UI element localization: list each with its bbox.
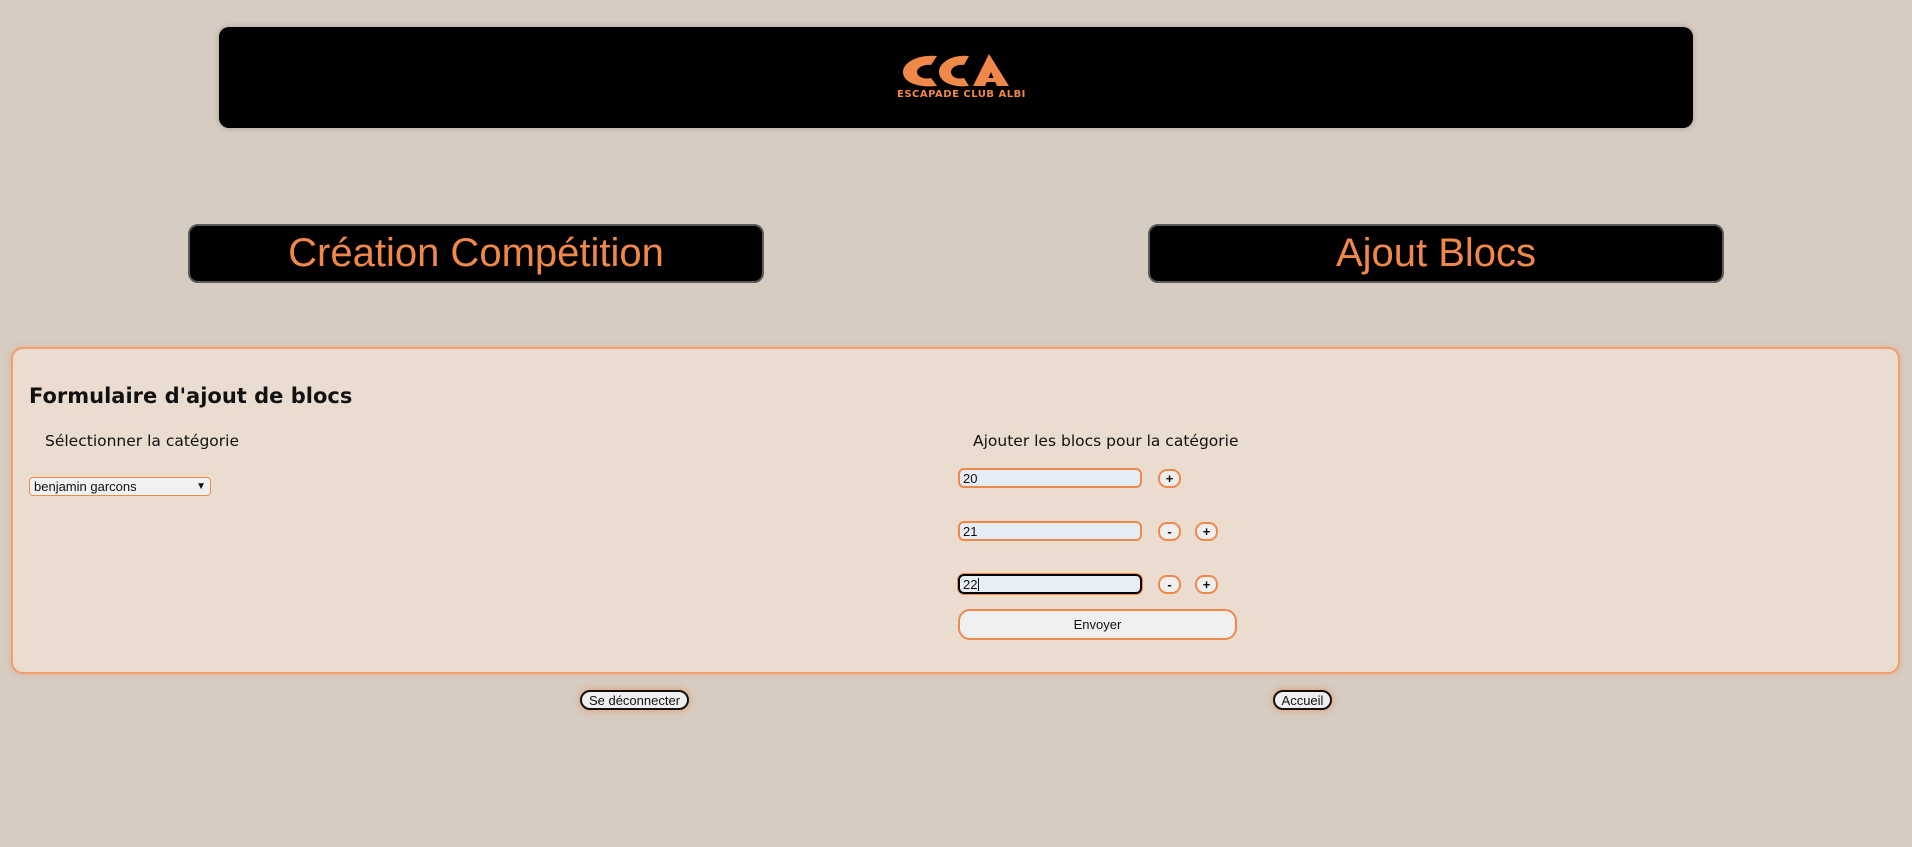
eca-logo-icon xyxy=(903,53,1009,86)
bloc-input-1[interactable]: 20 xyxy=(958,468,1142,488)
form-title: Formulaire d'ajout de blocs xyxy=(29,384,353,408)
nav-ajout-blocs[interactable]: Ajout Blocs xyxy=(1148,224,1724,283)
site-header: ESCAPADE CLUB ALBI xyxy=(219,27,1693,128)
logo-caption: ESCAPADE CLUB ALBI xyxy=(897,88,1026,100)
chevron-down-icon: ▼ xyxy=(196,481,206,492)
bloc-remove-button-2[interactable]: - xyxy=(1158,522,1181,541)
bloc-add-button-1[interactable]: + xyxy=(1158,469,1181,488)
category-select[interactable]: benjamin garcons ▼ xyxy=(29,477,211,496)
category-selected-value: benjamin garcons xyxy=(34,479,137,494)
bloc-input-2[interactable]: 21 xyxy=(958,521,1142,541)
bloc-form-panel: Formulaire d'ajout de blocs Sélectionner… xyxy=(11,347,1900,674)
bloc-add-button-2[interactable]: + xyxy=(1195,522,1218,541)
bloc-input-3[interactable]: 22 xyxy=(957,573,1143,595)
club-logo[interactable]: ESCAPADE CLUB ALBI xyxy=(897,50,1026,106)
blocs-label: Ajouter les blocs pour la catégorie xyxy=(973,432,1239,450)
bloc-add-button-3[interactable]: + xyxy=(1195,575,1218,594)
category-label: Sélectionner la catégorie xyxy=(45,432,239,450)
logout-button[interactable]: Se déconnecter xyxy=(580,690,689,710)
nav-creation-competition[interactable]: Création Compétition xyxy=(188,224,764,283)
submit-button[interactable]: Envoyer xyxy=(958,609,1237,640)
home-button[interactable]: Accueil xyxy=(1273,690,1332,710)
bloc-remove-button-3[interactable]: - xyxy=(1158,575,1181,594)
